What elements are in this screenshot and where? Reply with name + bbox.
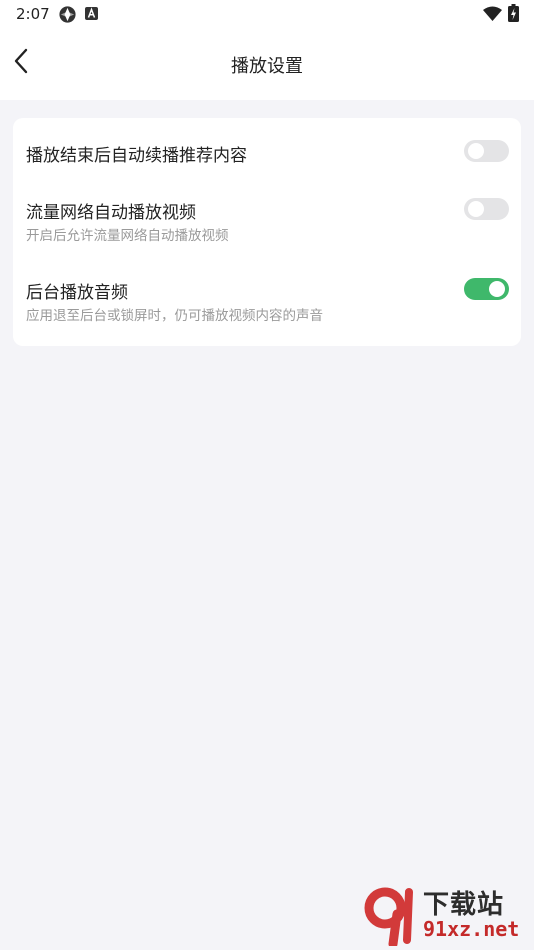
background-audio-toggle[interactable] [464, 278, 509, 300]
toggle-knob [468, 143, 484, 159]
vpn-icon [58, 5, 77, 28]
setting-subtitle: 应用退至后台或锁屏时，仍可播放视频内容的声音 [26, 308, 323, 324]
watermark-url: 91xz.net [423, 917, 520, 941]
watermark-title: 下载站 [423, 890, 505, 920]
autoplay-next-toggle[interactable] [464, 140, 509, 162]
setting-title: 流量网络自动播放视频 [26, 203, 196, 223]
battery-charging-icon [508, 4, 519, 26]
settings-card: 播放结束后自动续播推荐内容 流量网络自动播放视频 开启后允许流量网络自动播放视频… [13, 118, 521, 346]
status-time: 2:07 [16, 5, 50, 23]
page-title: 播放设置 [231, 56, 303, 77]
setting-subtitle: 开启后允许流量网络自动播放视频 [26, 228, 229, 244]
setting-title: 播放结束后自动续播推荐内容 [26, 146, 247, 166]
mobile-data-autoplay-toggle[interactable] [464, 198, 509, 220]
setting-row-autoplay-next: 播放结束后自动续播推荐内容 [13, 118, 521, 186]
setting-title: 后台播放音频 [26, 283, 128, 303]
setting-row-background-audio: 后台播放音频 应用退至后台或锁屏时，仍可播放视频内容的声音 [13, 266, 521, 346]
watermark-logo-icon [363, 886, 421, 950]
nav-bar: 播放设置 [0, 30, 534, 96]
setting-row-mobile-data-autoplay: 流量网络自动播放视频 开启后允许流量网络自动播放视频 [13, 186, 521, 266]
wifi-icon [483, 6, 502, 25]
toggle-knob [468, 201, 484, 217]
notification-a-icon [85, 7, 98, 24]
status-bar: 2:07 [0, 0, 534, 28]
app-header: 2:07 播放设置 [0, 0, 534, 100]
site-watermark: 下载站 91xz.net [359, 880, 534, 950]
toggle-knob [489, 281, 505, 297]
